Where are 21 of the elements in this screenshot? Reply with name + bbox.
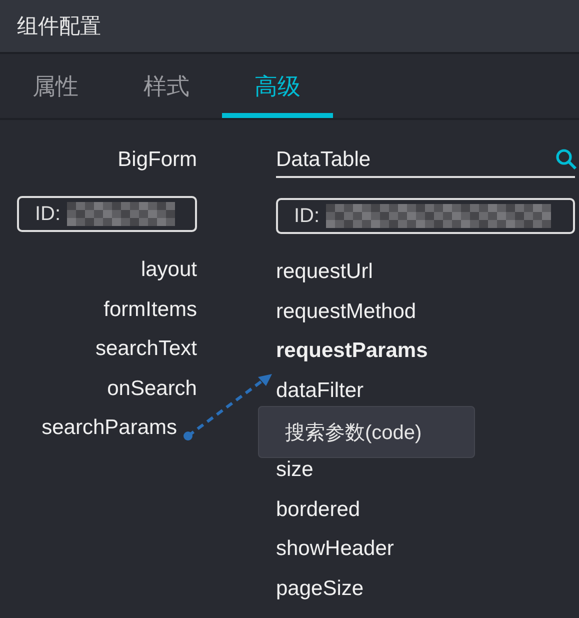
tab[interactable]: 样式 [111,54,222,118]
id-field: ID: [17,196,197,232]
property-name[interactable]: bordered [276,490,360,530]
search-field[interactable]: DataTable [276,144,575,178]
tab[interactable]: 高级 [222,54,333,118]
property-name[interactable]: requestParams [276,331,428,371]
search-icon[interactable] [555,148,577,170]
property-name[interactable]: layout [140,250,197,290]
property-name[interactable]: pageSize [276,568,364,608]
component-name: BigForm [118,147,197,173]
tab[interactable]: 属性 [0,54,111,118]
property-name[interactable]: searchParams [42,408,177,448]
property-name[interactable]: requestMethod [276,292,416,332]
property-name[interactable]: onSearch [107,368,197,408]
id-field: ID: [276,198,575,234]
tooltip: 搜索参数(code) [258,406,475,458]
property-name[interactable]: requestUrl [276,252,373,292]
property-name[interactable]: showHeader [276,529,394,569]
property-name[interactable]: formItems [104,290,197,330]
property-name[interactable]: searchText [95,329,197,369]
panel-title: 组件配置 [17,14,101,40]
